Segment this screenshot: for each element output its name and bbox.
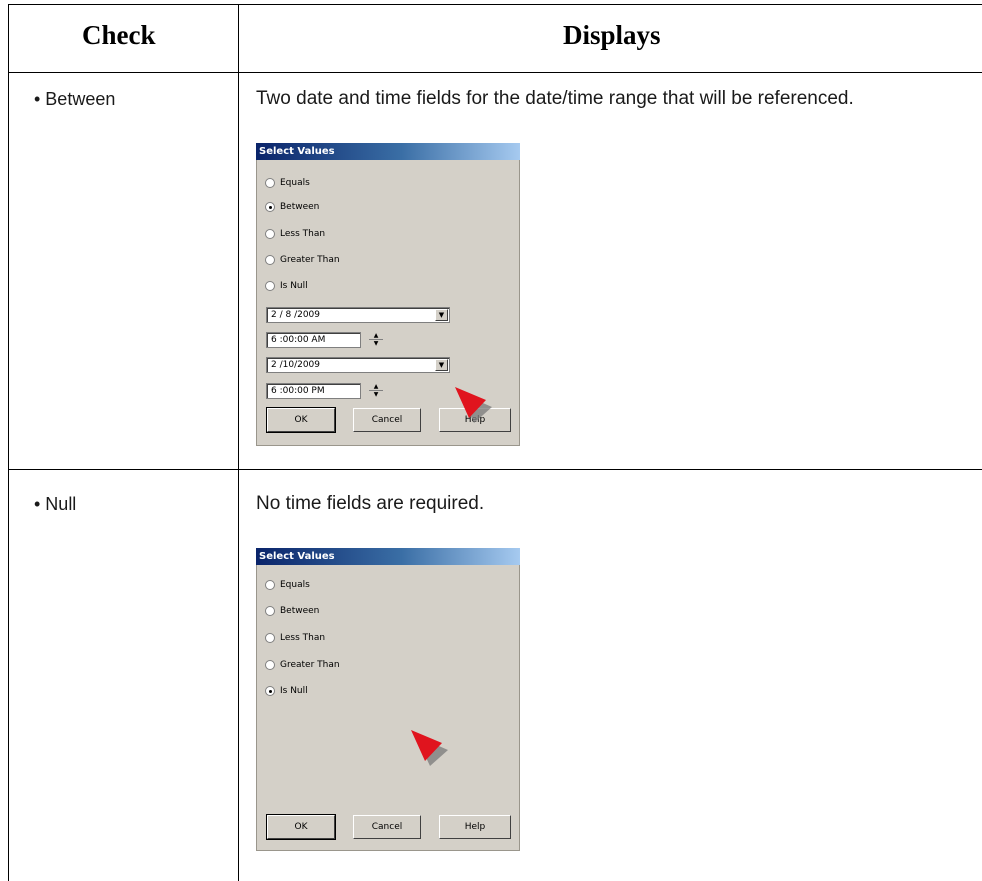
red-arrow-cursor-icon bbox=[455, 387, 492, 423]
radio-icon bbox=[265, 229, 275, 239]
row-description-null: No time fields are required. bbox=[256, 493, 485, 514]
start-time-value: 6 :00:00 AM bbox=[271, 335, 326, 345]
red-arrow-cursor-icon bbox=[411, 730, 448, 766]
radio-label: Is Null bbox=[280, 281, 308, 291]
radio-label: Less Than bbox=[280, 633, 326, 643]
radio-is-null[interactable]: Is Null bbox=[265, 279, 308, 293]
radio-icon bbox=[265, 580, 275, 590]
row-divider bbox=[8, 469, 982, 470]
row-description-between: Two date and time fields for the date/ti… bbox=[256, 88, 854, 109]
radio-label: Equals bbox=[280, 580, 310, 590]
radio-equals[interactable]: Equals bbox=[265, 578, 310, 592]
end-date-dropdown[interactable]: 2 /10/2009 ▼ bbox=[266, 357, 450, 373]
radio-equals[interactable]: Equals bbox=[265, 176, 310, 190]
radio-label: Between bbox=[280, 606, 320, 616]
select-values-dialog: Select Values Equals Between Less Than G… bbox=[256, 548, 520, 851]
table-column-divider bbox=[238, 4, 239, 881]
radio-greater-than[interactable]: Greater Than bbox=[265, 658, 340, 672]
end-time-spinner-icon[interactable]: ▲ ▼ bbox=[369, 383, 383, 399]
radio-icon bbox=[265, 633, 275, 643]
table-border-left bbox=[8, 4, 9, 881]
end-time-field[interactable]: 6 :00:00 PM bbox=[266, 383, 361, 399]
start-time-field[interactable]: 6 :00:00 AM bbox=[266, 332, 361, 348]
radio-selected-icon bbox=[265, 686, 275, 696]
radio-between[interactable]: Between bbox=[265, 200, 319, 214]
help-button[interactable]: Help bbox=[439, 815, 511, 839]
radio-selected-icon bbox=[265, 202, 275, 212]
radio-label: Is Null bbox=[280, 686, 308, 696]
radio-icon bbox=[265, 281, 275, 291]
radio-label: Between bbox=[280, 202, 320, 212]
row-check-null: • Null bbox=[34, 494, 77, 514]
cancel-button[interactable]: Cancel bbox=[353, 408, 421, 432]
header-divider bbox=[8, 72, 982, 73]
dialog-title: Select Values bbox=[256, 548, 520, 565]
column-header-displays: Displays bbox=[563, 20, 661, 50]
radio-icon bbox=[265, 660, 275, 670]
radio-icon bbox=[265, 178, 275, 188]
row-check-between: • Between bbox=[34, 89, 116, 109]
ok-button[interactable]: OK bbox=[267, 815, 335, 839]
radio-label: Equals bbox=[280, 178, 310, 188]
end-time-value: 6 :00:00 PM bbox=[271, 386, 325, 396]
radio-icon bbox=[265, 255, 275, 265]
start-date-dropdown[interactable]: 2 / 8 /2009 ▼ bbox=[266, 307, 450, 323]
ok-button[interactable]: OK bbox=[267, 408, 335, 432]
radio-less-than[interactable]: Less Than bbox=[265, 227, 325, 241]
radio-label: Less Than bbox=[280, 229, 326, 239]
radio-icon bbox=[265, 606, 275, 616]
table-border-top bbox=[8, 4, 982, 5]
radio-label: Greater Than bbox=[280, 660, 340, 670]
column-header-check: Check bbox=[82, 20, 156, 50]
end-date-value: 2 /10/2009 bbox=[271, 360, 321, 370]
radio-is-null[interactable]: Is Null bbox=[265, 684, 308, 698]
start-date-value: 2 / 8 /2009 bbox=[271, 310, 321, 320]
dropdown-arrow-icon[interactable]: ▼ bbox=[435, 309, 448, 321]
select-values-dialog: Select Values Equals Between Less Than G… bbox=[256, 143, 520, 446]
start-time-spinner-icon[interactable]: ▲ ▼ bbox=[369, 332, 383, 348]
radio-between[interactable]: Between bbox=[265, 604, 319, 618]
radio-greater-than[interactable]: Greater Than bbox=[265, 253, 340, 267]
cancel-button[interactable]: Cancel bbox=[353, 815, 421, 839]
dropdown-arrow-icon[interactable]: ▼ bbox=[435, 359, 448, 371]
radio-label: Greater Than bbox=[280, 255, 340, 265]
dialog-title: Select Values bbox=[256, 143, 520, 160]
radio-less-than[interactable]: Less Than bbox=[265, 631, 325, 645]
